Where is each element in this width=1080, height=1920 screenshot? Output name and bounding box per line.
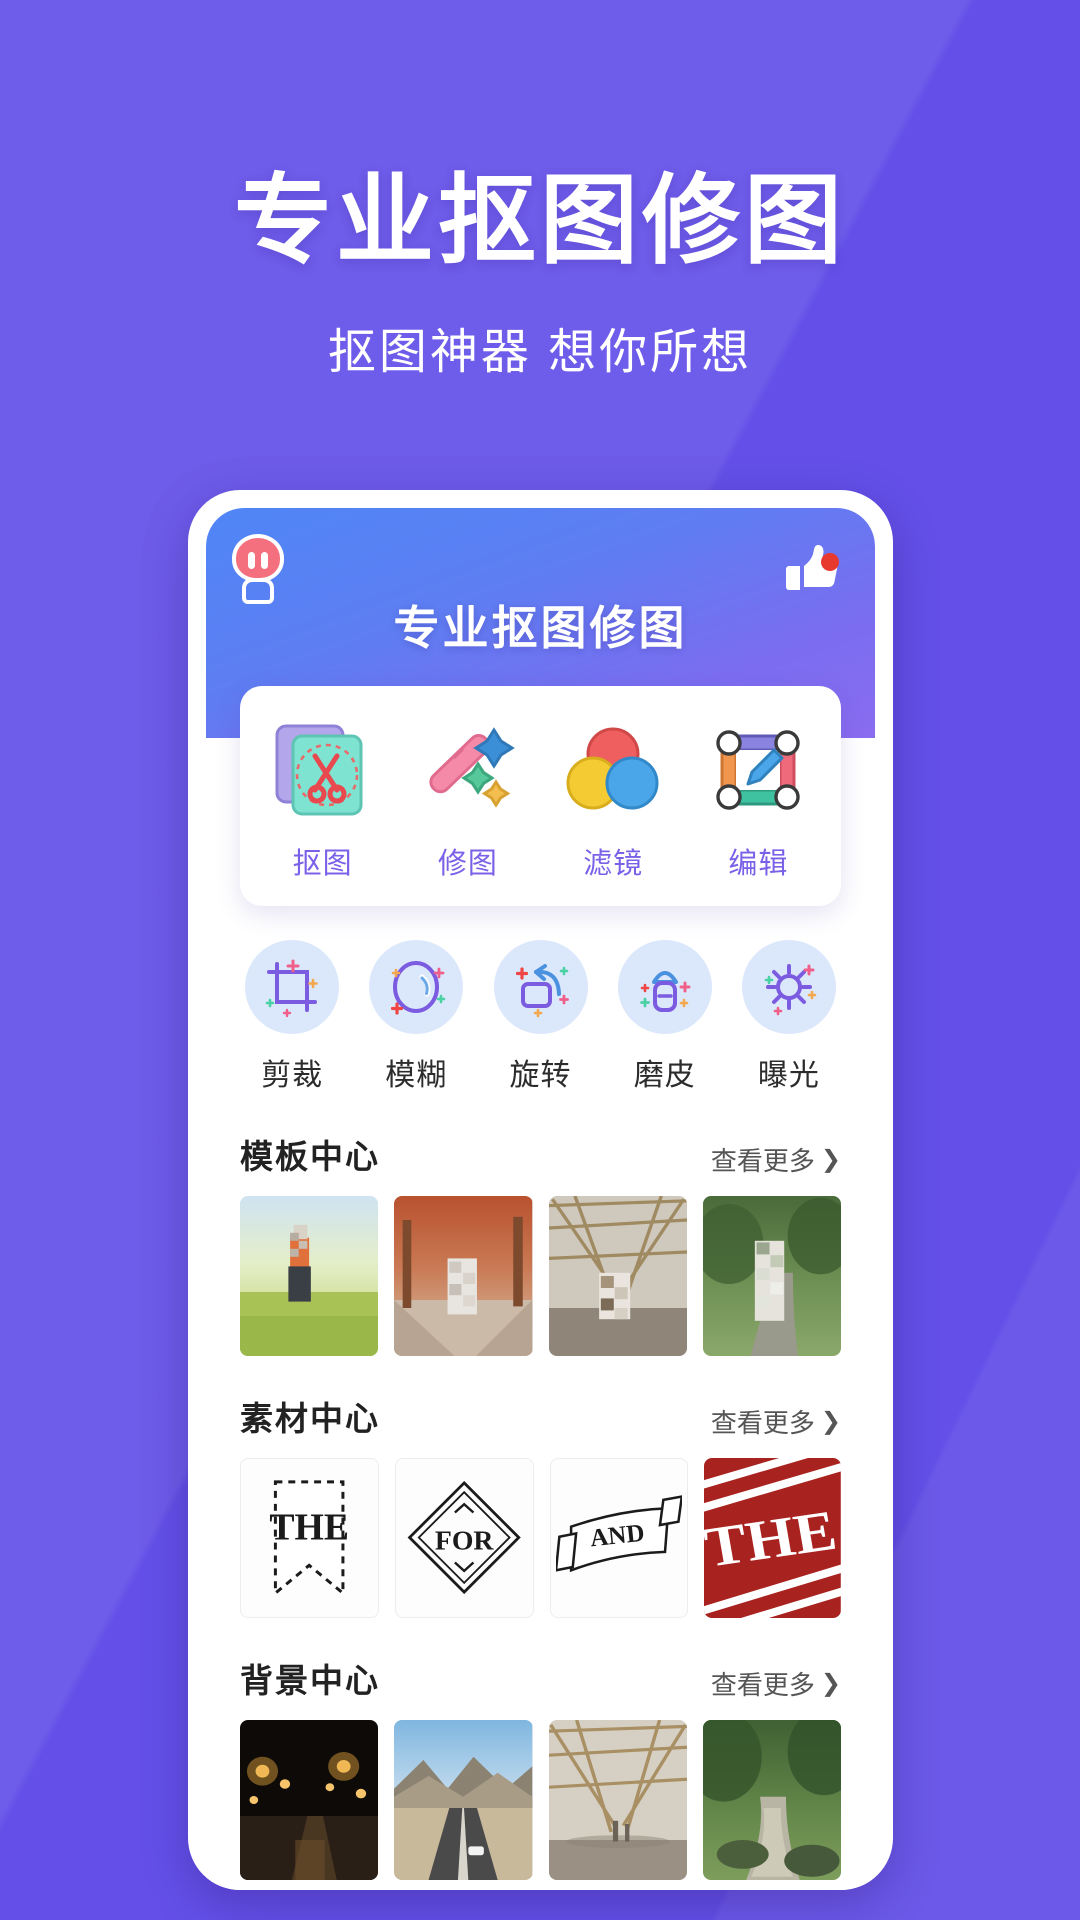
robot-eye-right — [261, 552, 268, 569]
material-the-banner[interactable]: THE — [240, 1458, 379, 1618]
background-night-street[interactable] — [240, 1720, 379, 1880]
feature-card: 抠图 修图 滤镜 编辑 — [240, 686, 841, 906]
material-and-ribbon[interactable]: AND — [549, 1458, 689, 1618]
tool-item-crop[interactable]: 剪裁 — [230, 940, 354, 1094]
template-autumn-street-portrait[interactable] — [394, 1196, 533, 1356]
feature-label: 滤镜 — [583, 848, 644, 880]
tool-item-rotate[interactable]: 旋转 — [478, 940, 602, 1094]
thumbnail-row — [240, 1720, 841, 1880]
robot-eye-left — [248, 552, 255, 569]
background-desert-highway[interactable] — [394, 1720, 533, 1880]
material-text: FOR — [435, 1526, 495, 1557]
section-header: 模板中心 查看更多 ❯ — [240, 1130, 841, 1178]
skin-smooth-brush-icon — [617, 940, 712, 1034]
color-circles-filter-icon — [541, 716, 686, 824]
page-title: 专业抠图修图 — [233, 165, 846, 275]
see-more-label: 查看更多 — [710, 1408, 815, 1438]
tool-label: 曝光 — [757, 1059, 820, 1092]
notification-dot — [821, 553, 839, 571]
material-the-red-badge[interactable]: THE — [704, 1458, 841, 1618]
section-title: 素材中心 — [240, 1400, 380, 1437]
section-material-center: 素材中心 查看更多 ❯ THE FOR AND THE — [240, 1392, 841, 1618]
chevron-right-icon: ❯ — [820, 1670, 841, 1697]
see-more-label: 查看更多 — [710, 1670, 815, 1700]
template-wheat-field-portrait[interactable] — [240, 1196, 379, 1356]
see-more-link[interactable]: 查看更多 ❯ — [711, 1141, 841, 1178]
app-title: 专业抠图修图 — [393, 602, 688, 654]
template-wooden-pavilion-portrait[interactable] — [548, 1196, 687, 1356]
crop-icon — [245, 940, 340, 1034]
edit-frame-pencil-icon — [686, 716, 831, 824]
tool-item-skin-smooth[interactable]: 磨皮 — [603, 940, 727, 1094]
see-more-link[interactable]: 查看更多 ❯ — [711, 1665, 841, 1702]
template-forest-path-portrait[interactable] — [702, 1196, 841, 1356]
thumbnail-row: THE FOR AND THE — [240, 1458, 841, 1618]
chevron-right-icon: ❯ — [820, 1146, 841, 1173]
section-template-center: 模板中心 查看更多 ❯ — [240, 1130, 841, 1356]
thumbs-up-icon[interactable] — [779, 538, 841, 600]
thumbnail-row — [240, 1196, 841, 1356]
phone-screen: 专业抠图修图 抠图 修图 滤镜 编辑 剪裁 模糊 旋转 磨皮 曝光 模板中心 查… — [206, 508, 875, 1890]
tool-row: 剪裁 模糊 旋转 磨皮 曝光 — [230, 940, 851, 1094]
section-header: 背景中心 查看更多 ❯ — [240, 1654, 841, 1702]
material-for-diamond[interactable]: FOR — [394, 1458, 534, 1618]
see-more-label: 查看更多 — [710, 1146, 815, 1176]
robot-head — [232, 534, 284, 582]
section-header: 素材中心 查看更多 ❯ — [240, 1392, 841, 1440]
exposure-sun-icon — [741, 940, 836, 1034]
rotate-icon — [493, 940, 588, 1034]
section-background-center: 背景中心 查看更多 ❯ — [240, 1654, 841, 1880]
tool-label: 旋转 — [509, 1059, 572, 1092]
see-more-link[interactable]: 查看更多 ❯ — [711, 1403, 841, 1440]
feature-label: 修图 — [437, 848, 498, 880]
feature-item-cutout[interactable]: 抠图 — [250, 716, 395, 882]
blur-icon — [369, 940, 464, 1034]
material-text: AND — [589, 1520, 646, 1553]
feature-item-edit[interactable]: 编辑 — [686, 716, 831, 882]
feature-label: 抠图 — [292, 848, 353, 880]
hero-section: 专业抠图修图 抠图神器 想你所想 — [0, 0, 1080, 382]
material-text: THE — [270, 1507, 350, 1549]
background-forest-stream[interactable] — [702, 1720, 841, 1880]
feature-label: 编辑 — [728, 848, 789, 880]
tool-label: 磨皮 — [633, 1059, 696, 1092]
section-title: 模板中心 — [240, 1138, 380, 1175]
magic-wand-icon — [395, 716, 540, 824]
cutout-scissors-icon — [250, 716, 395, 824]
tool-label: 模糊 — [385, 1059, 448, 1092]
feature-item-retouch[interactable]: 修图 — [395, 716, 540, 882]
background-wooden-pavilion[interactable] — [548, 1720, 687, 1880]
tool-item-exposure[interactable]: 曝光 — [727, 940, 851, 1094]
chevron-right-icon: ❯ — [820, 1408, 841, 1435]
section-title: 背景中心 — [240, 1662, 380, 1699]
phone-mockup: 专业抠图修图 抠图 修图 滤镜 编辑 剪裁 模糊 旋转 磨皮 曝光 模板中心 查… — [188, 490, 893, 1890]
tool-item-blur[interactable]: 模糊 — [354, 940, 478, 1094]
page-subtitle: 抠图神器 想你所想 — [327, 325, 753, 379]
tool-label: 剪裁 — [261, 1059, 324, 1092]
feature-item-filter[interactable]: 滤镜 — [541, 716, 686, 882]
